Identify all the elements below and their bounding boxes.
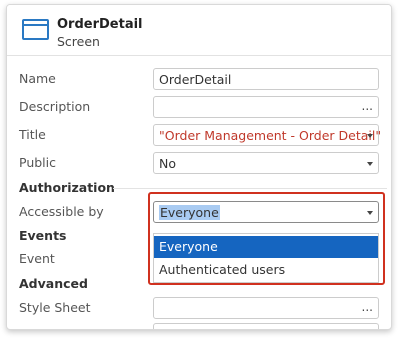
name-field[interactable]: OrderDetail <box>153 68 379 90</box>
description-more-button[interactable]: ... <box>362 99 373 113</box>
chevron-down-icon <box>367 162 373 166</box>
stylesheet-label: Style Sheet <box>19 300 91 315</box>
public-select[interactable]: No <box>153 152 379 174</box>
name-value: OrderDetail <box>159 72 232 87</box>
advanced-section-title: Advanced <box>19 276 88 291</box>
screen-name: OrderDetail <box>57 17 143 32</box>
highlight-box <box>148 192 385 285</box>
title-label: Title <box>19 127 46 142</box>
name-label: Name <box>19 71 56 86</box>
chevron-down-icon <box>367 134 373 138</box>
public-value: No <box>159 156 176 171</box>
screen-icon <box>22 19 49 40</box>
screen-type: Screen <box>57 34 100 49</box>
panel-header: OrderDetail Screen <box>7 5 391 56</box>
events-section-title: Events <box>19 228 67 243</box>
stylesheet-more-button[interactable]: ... <box>362 300 373 314</box>
accessible-by-label: Accessible by <box>19 204 104 219</box>
public-label: Public <box>19 155 56 170</box>
stylesheet-field[interactable]: ... <box>153 297 379 319</box>
next-field[interactable] <box>153 323 379 329</box>
section-divider <box>113 188 387 189</box>
description-field[interactable]: ... <box>153 96 379 118</box>
description-label: Description <box>19 99 91 114</box>
event-label: Event <box>19 251 55 266</box>
title-select[interactable]: "Order Management - Order Detail" <box>153 124 382 146</box>
authorization-section-title: Authorization <box>19 180 115 195</box>
title-value: "Order Management - Order Detail" <box>159 128 382 143</box>
properties-panel: OrderDetail Screen Name OrderDetail Desc… <box>6 4 392 330</box>
